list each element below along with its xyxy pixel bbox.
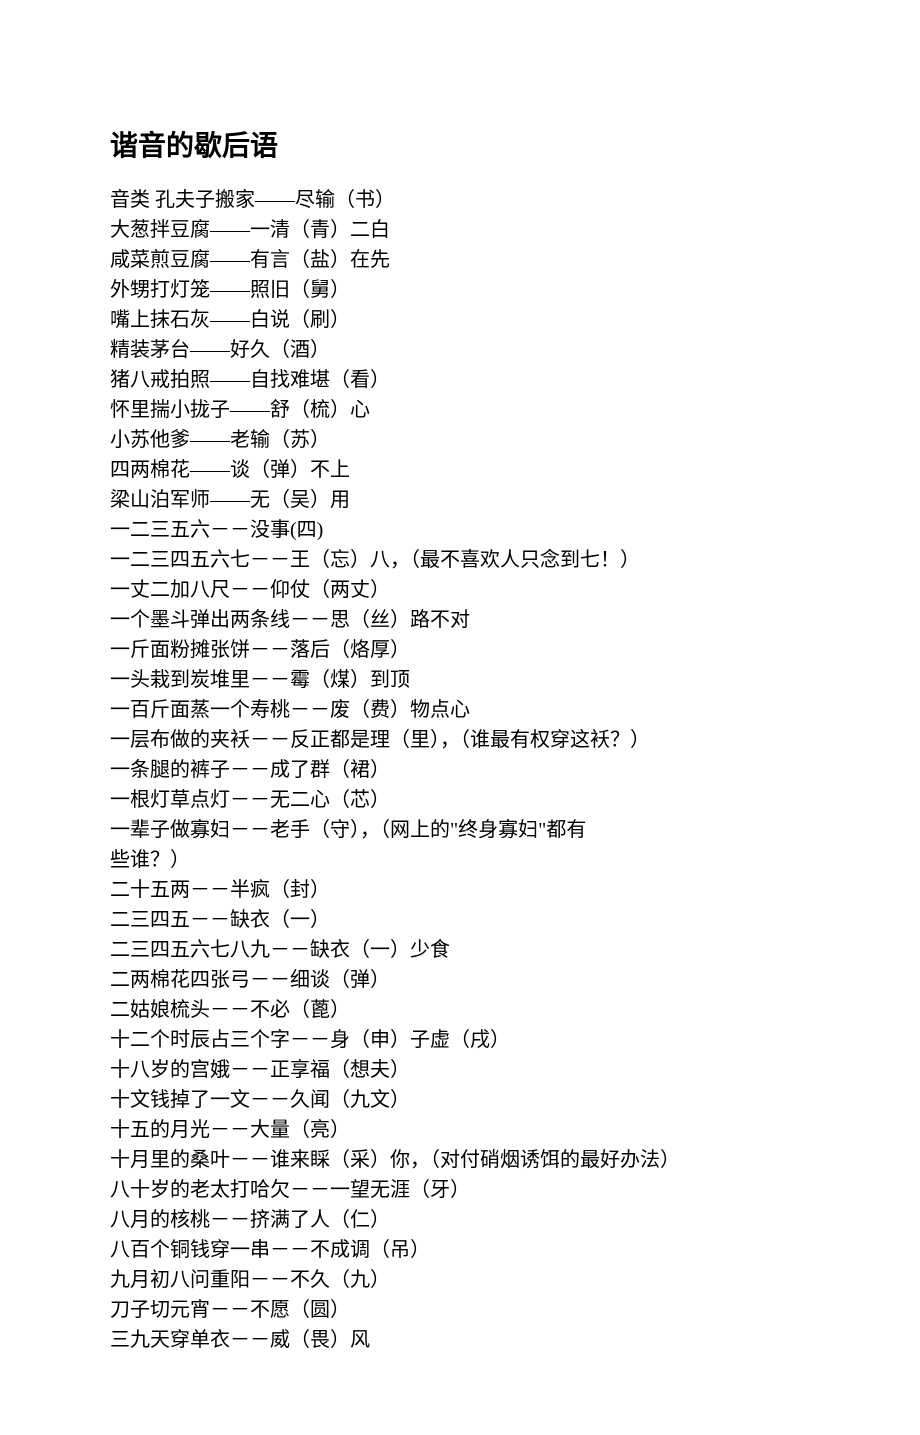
text-line: 十二个时辰占三个字－－身（申）子虚（戌）: [110, 1025, 810, 1055]
text-line: 外甥打灯笼——照旧（舅）: [110, 275, 810, 305]
text-line: 一丈二加八尺－－仰仗（两丈）: [110, 575, 810, 605]
text-line: 嘴上抹石灰——白说（刷）: [110, 305, 810, 335]
text-line: 四两棉花——谈（弹）不上: [110, 455, 810, 485]
text-line: 十文钱掉了一文－－久闻（九文）: [110, 1085, 810, 1115]
text-line: 一根灯草点灯－－无二心（芯）: [110, 785, 810, 815]
text-line: 一斤面粉摊张饼－－落后（烙厚）: [110, 635, 810, 665]
text-line: 小苏他爹——老输（苏）: [110, 425, 810, 455]
text-line: 一个墨斗弹出两条线－－思（丝）路不对: [110, 605, 810, 635]
text-line: 十八岁的宫娥－－正享福（想夫）: [110, 1055, 810, 1085]
text-line: 十月里的桑叶－－谁来睬（采）你，（对付硝烟诱饵的最好办法）: [110, 1145, 810, 1175]
text-line: 一二三四五六七－－王（忘）八，（最不喜欢人只念到七！）: [110, 545, 810, 575]
text-line: 三九天穿单衣－－威（畏）风: [110, 1325, 810, 1355]
text-line: 二两棉花四张弓－－细谈（弹）: [110, 965, 810, 995]
text-line: 二三四五六七八九－－缺衣（一）少食: [110, 935, 810, 965]
text-line: 八百个铜钱穿一串－－不成调（吊）: [110, 1235, 810, 1265]
document-title: 谐音的歇后语: [110, 125, 810, 167]
text-line: 一百斤面蒸一个寿桃－－废（费）物点心: [110, 695, 810, 725]
text-line: 一头栽到炭堆里－－霉（煤）到顶: [110, 665, 810, 695]
text-line: 八月的核桃－－挤满了人（仁）: [110, 1205, 810, 1235]
text-line: 咸菜煎豆腐——有言（盐）在先: [110, 245, 810, 275]
text-line: 二姑娘梳头－－不必（蓖）: [110, 995, 810, 1025]
text-line: 猪八戒拍照——自找难堪（看）: [110, 365, 810, 395]
content-body: 音类 孔夫子搬家——尽输（书） 大葱拌豆腐——一清（青）二白 咸菜煎豆腐——有言…: [110, 185, 810, 1355]
text-line: 一层布做的夹袄－－反正都是理（里），（谁最有权穿这袄？）: [110, 725, 810, 755]
text-line: 大葱拌豆腐——一清（青）二白: [110, 215, 810, 245]
text-line: 二十五两－－半疯（封）: [110, 875, 810, 905]
text-line: 一二三五六－－没事(四): [110, 515, 810, 545]
text-line: 一条腿的裤子－－成了群（裙）: [110, 755, 810, 785]
text-line: 九月初八问重阳－－不久（九）: [110, 1265, 810, 1295]
text-line: 些谁？）: [110, 845, 810, 875]
text-line: 梁山泊军师——无（吴）用: [110, 485, 810, 515]
text-line: 十五的月光－－大量（亮）: [110, 1115, 810, 1145]
text-line: 音类 孔夫子搬家——尽输（书）: [110, 185, 810, 215]
text-line: 怀里揣小拢子——舒（梳）心: [110, 395, 810, 425]
text-line: 刀子切元宵－－不愿（圆）: [110, 1295, 810, 1325]
text-line: 一辈子做寡妇－－老手（守），（网上的"终身寡妇"都有: [110, 815, 810, 845]
text-line: 精装茅台——好久（酒）: [110, 335, 810, 365]
text-line: 二三四五－－缺衣（一）: [110, 905, 810, 935]
text-line: 八十岁的老太打哈欠－－一望无涯（牙）: [110, 1175, 810, 1205]
